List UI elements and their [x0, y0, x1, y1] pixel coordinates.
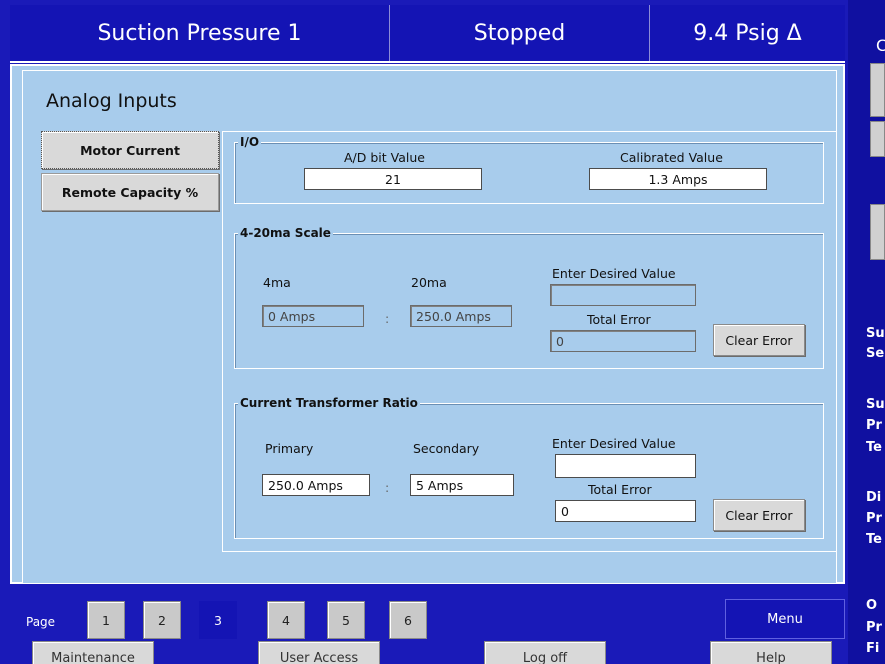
header-title: Suction Pressure 1	[10, 5, 390, 61]
header-status: Stopped	[390, 5, 650, 61]
calibrated-label: Calibrated Value	[620, 150, 723, 165]
right-text-6: Di	[866, 490, 882, 505]
right-text-9: O	[866, 598, 878, 613]
right-text-3: Su	[866, 397, 885, 412]
secondary-label: Secondary	[413, 441, 480, 456]
page-button-1[interactable]: 1	[87, 601, 125, 639]
right-button-1[interactable]	[870, 63, 885, 117]
ad-bit-value: 21	[304, 168, 482, 190]
help-button[interactable]: Help	[710, 641, 832, 664]
scale-separator: :	[385, 311, 390, 326]
tab-remote-capacity[interactable]: Remote Capacity %	[41, 173, 219, 211]
primary-label: Primary	[265, 441, 314, 456]
tab-motor-current[interactable]: Motor Current	[41, 131, 219, 169]
page-button-2[interactable]: 2	[143, 601, 181, 639]
right-text-1: Su	[866, 326, 885, 341]
primary-value[interactable]: 250.0 Amps	[262, 474, 370, 496]
io-legend: I/O	[238, 135, 262, 149]
header-value: 9.4 Psig Δ	[650, 5, 845, 61]
right-text-2: Se	[866, 346, 885, 361]
right-button-2[interactable]	[870, 121, 885, 157]
right-text-11: Fi	[866, 641, 880, 656]
right-header-cut: C	[876, 36, 885, 55]
user-access-button[interactable]: User Access	[258, 641, 380, 664]
calibrated-value: 1.3 Amps	[589, 168, 767, 190]
scale-desired-input[interactable]	[550, 284, 696, 306]
ct-desired-label: Enter Desired Value	[552, 436, 676, 451]
scale-legend: 4-20ma Scale	[238, 226, 333, 240]
scale-error-value: 0	[550, 330, 696, 352]
right-text-7: Pr	[866, 511, 882, 526]
ct-ratio-legend: Current Transformer Ratio	[238, 396, 420, 410]
page-title: Analog Inputs	[46, 90, 177, 112]
ct-separator: :	[385, 480, 390, 495]
ct-error-label: Total Error	[588, 482, 652, 497]
page-button-4[interactable]: 4	[267, 601, 305, 639]
page-label: Page	[26, 615, 56, 629]
right-text-4: Pr	[866, 418, 882, 433]
maintenance-button[interactable]: Maintenance	[32, 641, 154, 664]
page-button-6[interactable]: 6	[389, 601, 427, 639]
menu-button[interactable]: Menu	[725, 599, 845, 639]
right-button-3[interactable]	[870, 204, 885, 260]
label-20ma: 20ma	[411, 275, 447, 290]
right-text-10: Pr	[866, 620, 882, 635]
label-4ma: 4ma	[263, 275, 291, 290]
page-button-5[interactable]: 5	[327, 601, 365, 639]
scale-clear-error-button[interactable]: Clear Error	[713, 324, 805, 356]
page-button-3[interactable]: 3	[199, 601, 237, 639]
secondary-value[interactable]: 5 Amps	[410, 474, 514, 496]
log-off-button[interactable]: Log off	[484, 641, 606, 664]
ct-error-value: 0	[555, 500, 696, 522]
right-text-8: Te	[866, 532, 882, 547]
header-divider	[10, 61, 845, 63]
right-text-5: Te	[866, 440, 882, 455]
value-20ma: 250.0 Amps	[410, 305, 512, 327]
scale-error-label: Total Error	[587, 312, 651, 327]
value-4ma: 0 Amps	[262, 305, 364, 327]
ct-clear-error-button[interactable]: Clear Error	[713, 499, 805, 531]
ad-bit-label: A/D bit Value	[344, 150, 425, 165]
ct-desired-input[interactable]	[555, 454, 696, 478]
scale-desired-label: Enter Desired Value	[552, 266, 676, 281]
